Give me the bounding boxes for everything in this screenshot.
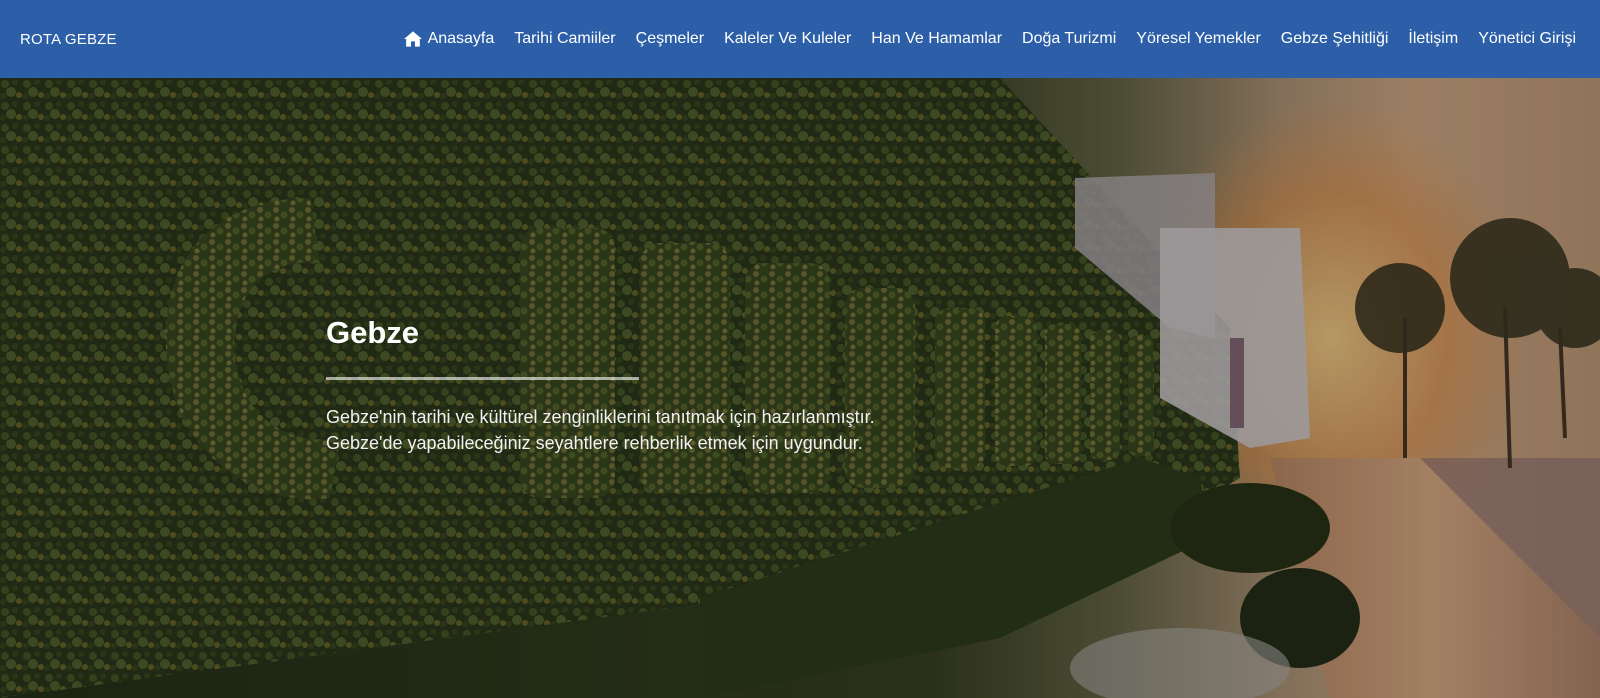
nav-menu: Anasayfa Tarihi Camiiler Çeşmeler Kalele…: [394, 30, 1580, 48]
nav-item-kaleler-ve-kuleler[interactable]: Kaleler Ve Kuleler: [714, 30, 861, 48]
nav-item-cesmeler[interactable]: Çeşmeler: [626, 30, 714, 48]
hero-description-line-2: Gebze'de yapabileceğiniz seyahtlere rehb…: [326, 433, 863, 454]
nav-item-doga-turizmi[interactable]: Doğa Turizmi: [1012, 30, 1126, 48]
nav-item-tarihi-camiiler[interactable]: Tarihi Camiiler: [504, 30, 625, 48]
nav-item-gebze-sehitligi[interactable]: Gebze Şehitliği: [1271, 30, 1399, 48]
hero-title: Gebze: [326, 315, 420, 350]
nav-item-label: Doğa Turizmi: [1022, 30, 1117, 47]
nav-item-label: Yöresel Yemekler: [1136, 30, 1261, 47]
nav-item-label: Yönetici Girişi: [1478, 30, 1576, 47]
nav-item-label: Tarihi Camiiler: [514, 30, 616, 47]
hero-description: Gebze'nin tarihi ve kültürel zenginlikle…: [326, 404, 875, 456]
hero-content: Gebze Gebze'nin tarihi ve kültürel zengi…: [326, 314, 875, 456]
nav-item-label: Anasayfa: [427, 30, 495, 47]
hero-divider: [326, 377, 639, 381]
nav-item-anasayfa[interactable]: Anasayfa: [394, 30, 505, 48]
hero-banner: Gebze Gebze'nin tarihi ve kültürel zengi…: [0, 78, 1600, 698]
nav-item-label: Gebze Şehitliği: [1280, 30, 1389, 47]
nav-item-yoresel-yemekler[interactable]: Yöresel Yemekler: [1126, 30, 1271, 48]
nav-item-label: İletişim: [1408, 30, 1459, 47]
nav-item-label: Çeşmeler: [635, 30, 705, 47]
nav-item-label: Kaleler Ve Kuleler: [724, 30, 852, 47]
brand-logo-link[interactable]: ROTA GEBZE: [20, 31, 117, 48]
nav-item-iletisim[interactable]: İletişim: [1398, 30, 1468, 48]
home-icon: [403, 31, 422, 47]
nav-item-label: Han Ve Hamamlar: [871, 30, 1003, 47]
hero-description-line-1: Gebze'nin tarihi ve kültürel zenginlikle…: [326, 407, 875, 428]
nav-item-yonetici-girisi[interactable]: Yönetici Girişi: [1468, 30, 1580, 48]
nav-item-han-ve-hamamlar[interactable]: Han Ve Hamamlar: [861, 30, 1012, 48]
top-navbar: ROTA GEBZE Anasayfa Tarihi Camiiler Çeşm…: [0, 0, 1600, 78]
